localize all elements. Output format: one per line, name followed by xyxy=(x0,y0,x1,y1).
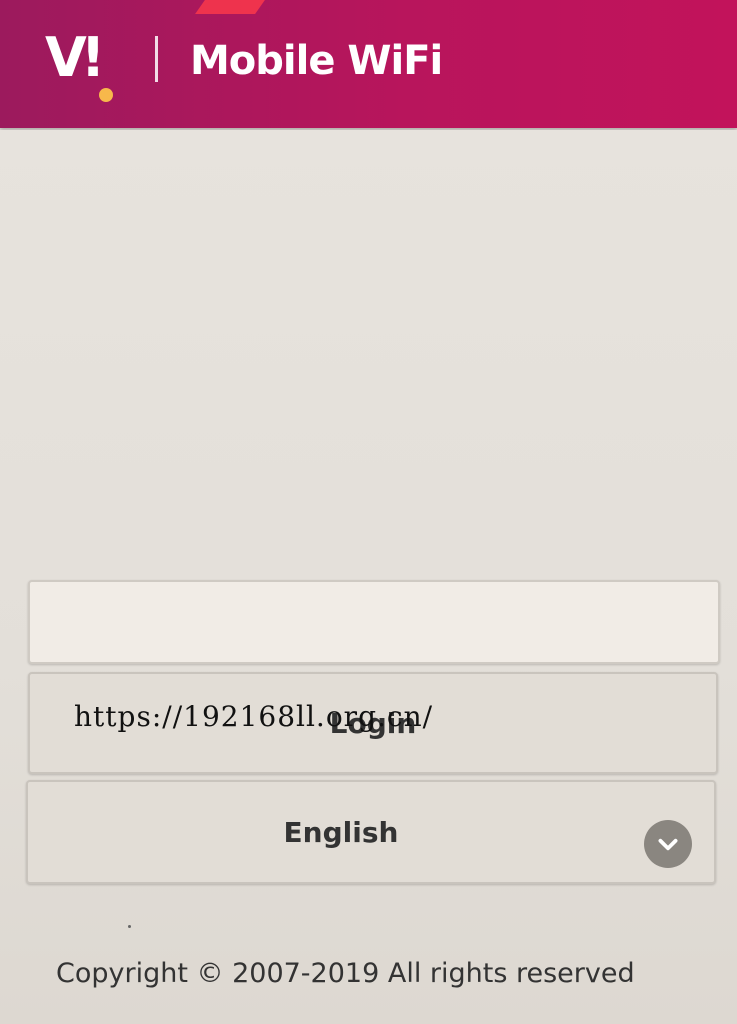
chevron-down-icon[interactable] xyxy=(644,820,692,868)
login-button-label: Login xyxy=(329,706,417,740)
copyright-text: Copyright © 2007-2019 All rights reserve… xyxy=(56,958,635,989)
language-selected-value: English xyxy=(283,815,399,849)
vi-logo: V! xyxy=(45,26,113,108)
screen-speck xyxy=(128,925,131,928)
header-divider xyxy=(155,36,158,82)
language-select[interactable]: English xyxy=(26,780,716,884)
password-input[interactable] xyxy=(28,580,720,664)
main-content xyxy=(0,130,737,1024)
logo-dot xyxy=(99,88,113,102)
app-header: V! Mobile WiFi xyxy=(0,0,737,128)
app-title: Mobile WiFi xyxy=(190,38,443,84)
header-accent-stripe xyxy=(195,0,265,14)
login-button[interactable]: Login xyxy=(28,672,718,774)
logo-text: V! xyxy=(45,26,105,89)
